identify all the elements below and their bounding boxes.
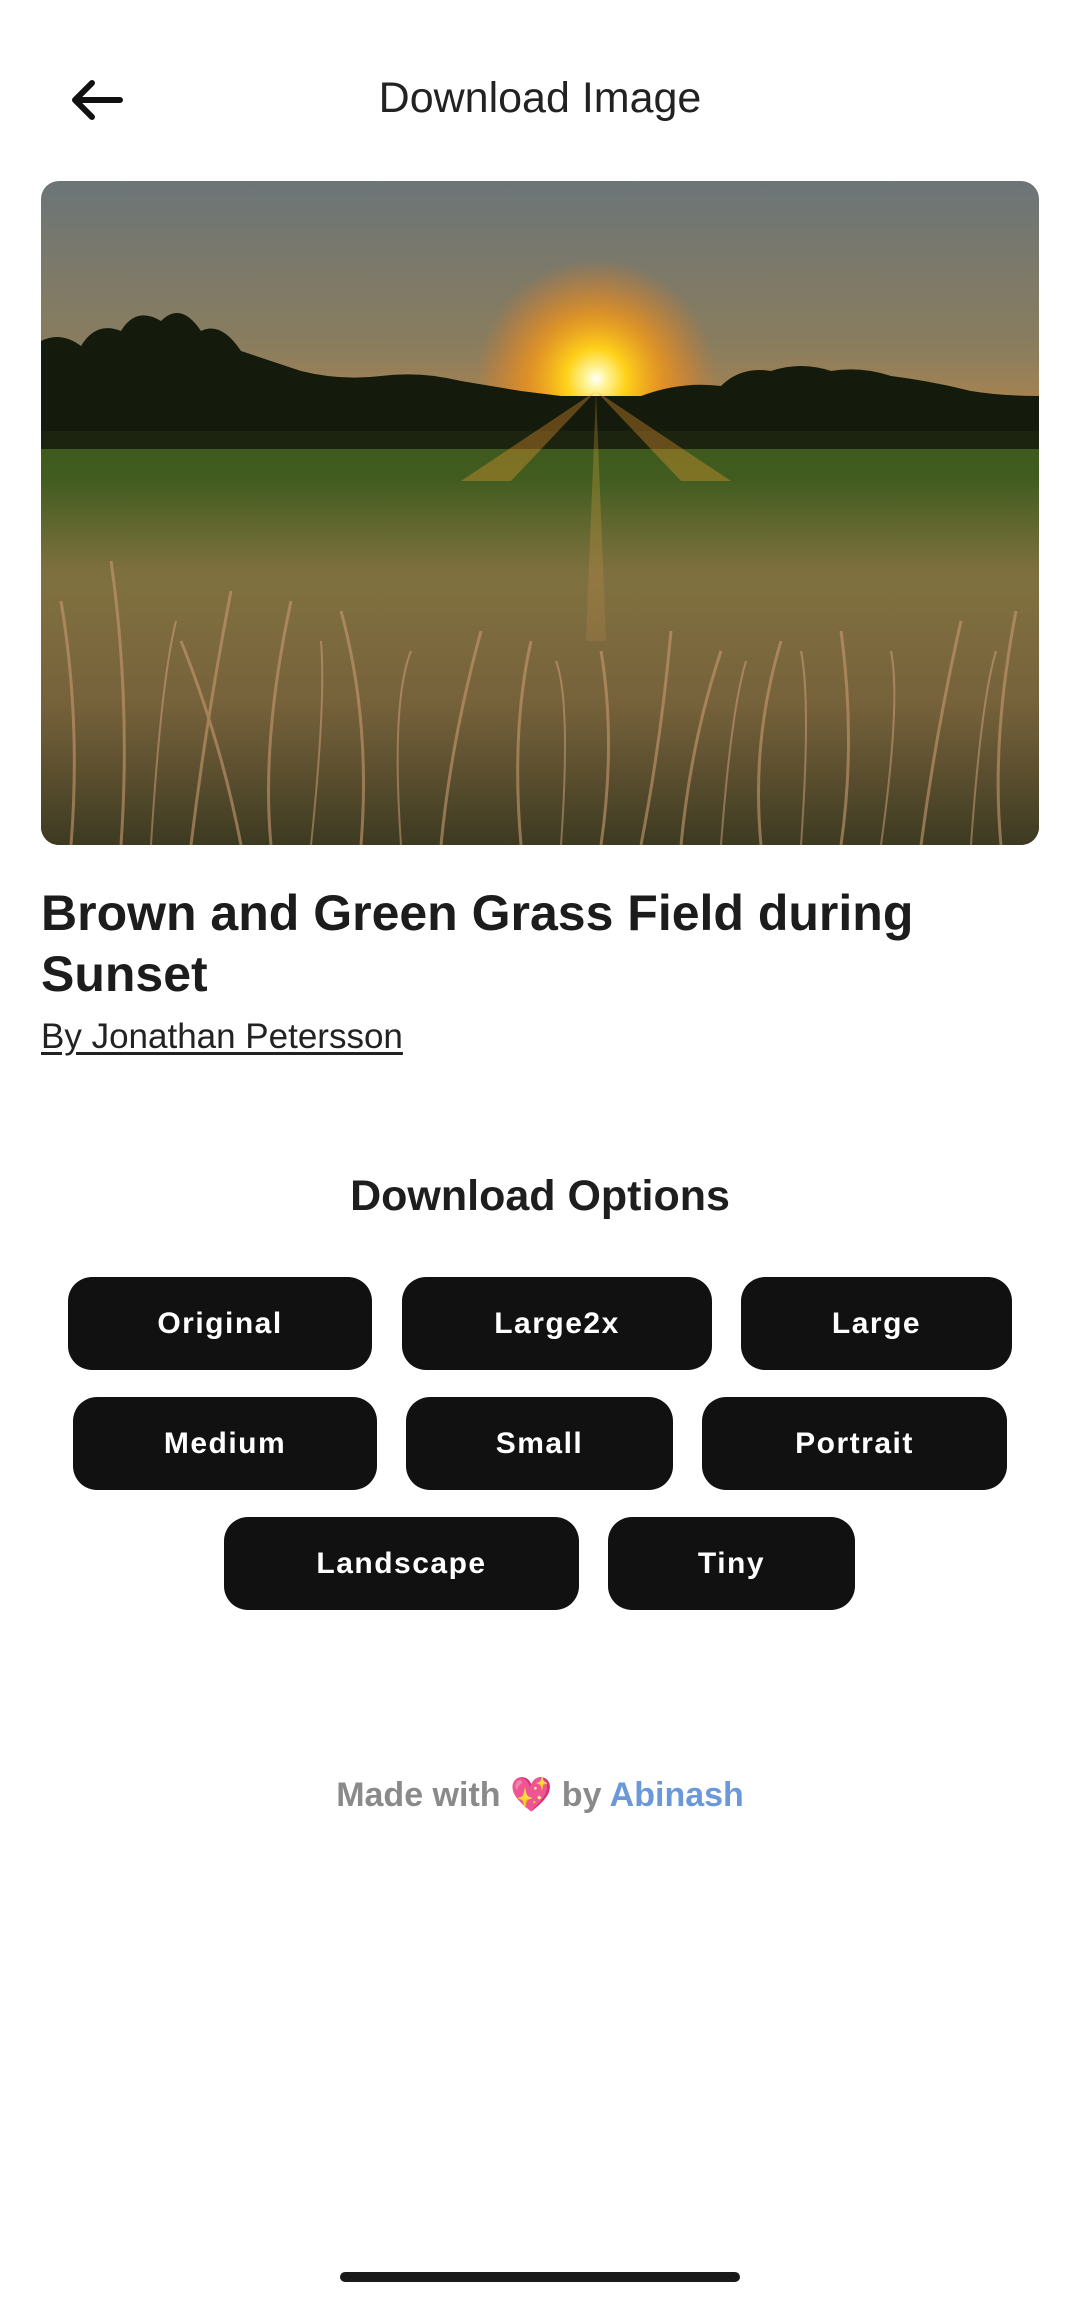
download-option-portrait[interactable]: Portrait (702, 1397, 1007, 1490)
app-header: Download Image (0, 0, 1080, 190)
download-option-large[interactable]: Large (741, 1277, 1012, 1370)
download-option-tiny[interactable]: Tiny (608, 1517, 855, 1610)
footer-author-link[interactable]: Abinash (610, 1776, 744, 1814)
home-indicator[interactable] (340, 2272, 740, 2282)
footer-by: by (561, 1776, 602, 1814)
footer-credit: Made with 💖 by Abinash (0, 1770, 1080, 1820)
heart-icon: 💖 (510, 1776, 553, 1814)
author-link[interactable]: By Jonathan Petersson (41, 1012, 403, 1062)
page-title: Download Image (378, 74, 702, 122)
download-option-small[interactable]: Small (406, 1397, 673, 1490)
image-title: Brown and Green Grass Field during Sunse… (41, 885, 914, 1002)
download-option-original[interactable]: Original (68, 1277, 372, 1370)
sunset-field-photo (41, 181, 1039, 845)
download-option-large2x[interactable]: Large2x (402, 1277, 712, 1370)
footer-prefix: Made with (336, 1776, 501, 1814)
download-options-heading: Download Options (350, 1172, 730, 1220)
download-option-landscape[interactable]: Landscape (224, 1517, 579, 1610)
download-option-medium[interactable]: Medium (73, 1397, 377, 1490)
